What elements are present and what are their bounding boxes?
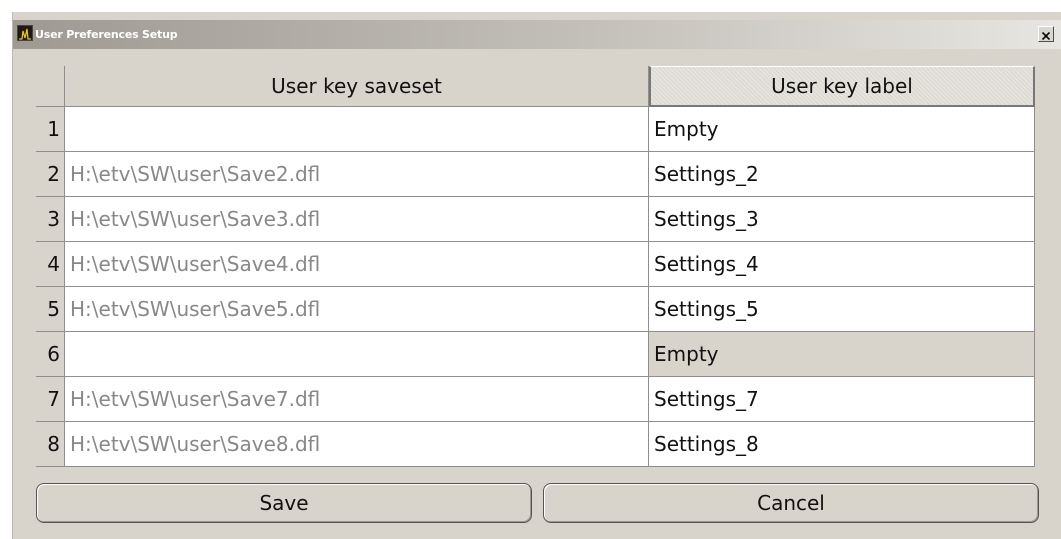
row-number[interactable]: 5	[36, 287, 65, 332]
table-row[interactable]: 7 H:\etv\SW\user\Save7.dfl Settings_7	[36, 377, 1035, 422]
row-number[interactable]: 7	[36, 377, 65, 422]
saveset-path-cell[interactable]: H:\etv\SW\user\Save4.dfl	[65, 242, 649, 287]
key-label-cell[interactable]: Settings_2	[649, 152, 1035, 197]
key-label-cell[interactable]: Settings_8	[649, 422, 1035, 467]
title-bar[interactable]: User Preferences Setup	[13, 20, 1061, 49]
cancel-button[interactable]: Cancel	[543, 483, 1039, 523]
table-row[interactable]: 1 Empty	[36, 107, 1035, 152]
row-number[interactable]: 6	[36, 332, 65, 377]
table-row[interactable]: 2 H:\etv\SW\user\Save2.dfl Settings_2	[36, 152, 1035, 197]
row-number[interactable]: 1	[36, 107, 65, 152]
saveset-path-cell[interactable]	[65, 332, 649, 377]
key-label-cell[interactable]: Settings_5	[649, 287, 1035, 332]
row-number[interactable]: 2	[36, 152, 65, 197]
table-row[interactable]: 4 H:\etv\SW\user\Save4.dfl Settings_4	[36, 242, 1035, 287]
key-label-cell[interactable]: Empty	[649, 107, 1035, 152]
row-number[interactable]: 8	[36, 422, 65, 467]
row-number[interactable]: 3	[36, 197, 65, 242]
dialog-title: User Preferences Setup	[35, 28, 178, 41]
close-button[interactable]	[1038, 26, 1054, 42]
saveset-path-cell[interactable]	[65, 107, 649, 152]
close-icon	[1041, 25, 1051, 44]
column-header-label[interactable]: User key label	[649, 66, 1035, 107]
saveset-path-cell[interactable]: H:\etv\SW\user\Save8.dfl	[65, 422, 649, 467]
saveset-path-cell[interactable]: H:\etv\SW\user\Save3.dfl	[65, 197, 649, 242]
key-label-cell[interactable]: Settings_4	[649, 242, 1035, 287]
key-label-cell[interactable]: Settings_3	[649, 197, 1035, 242]
table-corner	[36, 66, 65, 107]
table-row[interactable]: 8 H:\etv\SW\user\Save8.dfl Settings_8	[36, 422, 1035, 467]
save-button[interactable]: Save	[36, 483, 532, 523]
column-header-saveset[interactable]: User key saveset	[65, 66, 649, 107]
table-row[interactable]: 6 Empty	[36, 332, 1035, 377]
saveset-path-cell[interactable]: H:\etv\SW\user\Save5.dfl	[65, 287, 649, 332]
key-label-cell[interactable]: Settings_7	[649, 377, 1035, 422]
table-row[interactable]: 5 H:\etv\SW\user\Save5.dfl Settings_5	[36, 287, 1035, 332]
table-row[interactable]: 3 H:\etv\SW\user\Save3.dfl Settings_3	[36, 197, 1035, 242]
user-preferences-dialog: User Preferences Setup User key saveset …	[12, 12, 1061, 539]
row-number[interactable]: 4	[36, 242, 65, 287]
spectrum-analyzer-icon	[17, 25, 33, 41]
key-label-cell[interactable]: Empty	[649, 332, 1035, 377]
user-keys-table: User key saveset User key label 1 Empty 2 H…	[36, 66, 1035, 467]
saveset-path-cell[interactable]: H:\etv\SW\user\Save2.dfl	[65, 152, 649, 197]
saveset-path-cell[interactable]: H:\etv\SW\user\Save7.dfl	[65, 377, 649, 422]
